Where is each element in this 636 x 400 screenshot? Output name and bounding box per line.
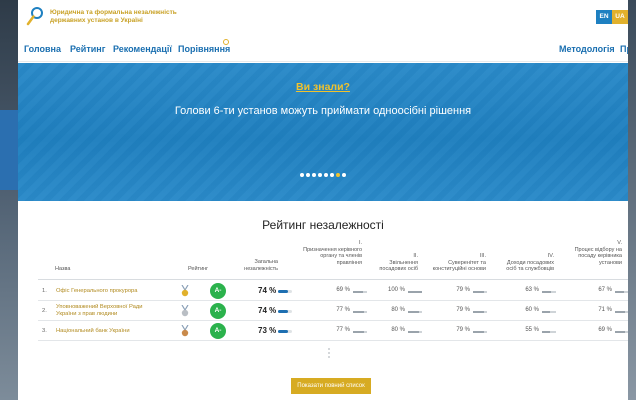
criterion-bar bbox=[542, 291, 556, 293]
grade-badge: A- bbox=[210, 283, 226, 299]
carousel-dot[interactable] bbox=[330, 173, 334, 177]
more-dots-icon bbox=[328, 348, 330, 360]
institution-link[interactable]: Офіс Генерального прокурора bbox=[56, 288, 176, 295]
nav-comparison[interactable]: Порівняння bbox=[178, 44, 230, 54]
criterion-bar bbox=[353, 311, 367, 313]
table-row[interactable]: 1. Офіс Генерального прокурора A- 74 % 69 % 1… bbox=[38, 281, 628, 301]
col-rating-header: Рейтинг bbox=[188, 266, 209, 272]
criterion-score: 69 % bbox=[598, 327, 612, 333]
criterion-score: 55 % bbox=[525, 327, 539, 333]
lang-en-button[interactable]: EN bbox=[596, 10, 612, 24]
table-header-divider bbox=[38, 279, 628, 280]
col-dismissal-header[interactable]: II. Звільнення посадових осіб bbox=[370, 253, 418, 273]
carousel-dot[interactable] bbox=[300, 173, 304, 177]
total-score-bar bbox=[278, 290, 292, 293]
site-title[interactable]: Юридична та формальна незалежність держа… bbox=[50, 9, 250, 25]
did-you-know-banner: Ви знали? Голови 6-ти установ можуть при… bbox=[18, 63, 628, 201]
row-rank: 1. bbox=[42, 288, 47, 294]
total-score: 73 % bbox=[258, 326, 277, 335]
carousel-dot[interactable] bbox=[318, 173, 322, 177]
web-page: Юридична та формальна незалежність держа… bbox=[18, 0, 628, 400]
carousel-dot[interactable] bbox=[336, 173, 340, 177]
col-total-header[interactable]: Загальна незалежність bbox=[224, 259, 278, 272]
grade-badge: A- bbox=[210, 303, 226, 319]
magnifier-logo-icon[interactable] bbox=[26, 6, 44, 28]
criterion-bar bbox=[542, 311, 556, 313]
criterion-bar bbox=[615, 291, 628, 293]
desktop-left-edge bbox=[0, 0, 18, 400]
nav-methodology[interactable]: Методологія bbox=[559, 44, 615, 54]
row-rank: 2. bbox=[42, 308, 47, 314]
medal-silver-icon bbox=[181, 305, 189, 317]
criterion-bar bbox=[353, 291, 367, 293]
criterion-score: 71 % bbox=[598, 307, 612, 313]
grade-badge: A- bbox=[210, 323, 226, 339]
criterion-score: 79 % bbox=[456, 287, 470, 293]
total-score-bar bbox=[278, 330, 292, 333]
col-name-header: Назва bbox=[55, 266, 71, 272]
criterion-bar bbox=[353, 331, 367, 333]
institution-link[interactable]: Національний банк України bbox=[56, 328, 176, 335]
show-full-list-button[interactable]: Показати повний список bbox=[291, 378, 371, 394]
criterion-bar bbox=[615, 311, 628, 313]
criterion-bar bbox=[408, 331, 422, 333]
total-score: 74 % bbox=[258, 286, 277, 295]
nav-about[interactable]: Про bbox=[620, 44, 628, 54]
col-appointment-header[interactable]: I. Призначення керівного органу та членів п… bbox=[290, 240, 362, 266]
nav-home[interactable]: Головна bbox=[24, 44, 61, 54]
criterion-score: 79 % bbox=[456, 327, 470, 333]
criterion-score: 80 % bbox=[391, 307, 405, 313]
criterion-score: 77 % bbox=[336, 327, 350, 333]
criterion-score: 60 % bbox=[525, 307, 539, 313]
desktop-right-edge bbox=[628, 0, 636, 400]
medal-gold-icon bbox=[181, 285, 189, 297]
criterion-bar bbox=[408, 311, 422, 313]
criterion-bar bbox=[473, 311, 487, 313]
carousel-dots bbox=[18, 173, 628, 179]
row-rank: 3. bbox=[42, 328, 47, 334]
criterion-score: 67 % bbox=[598, 287, 612, 293]
col-selection-header[interactable]: V. Процес відбору на посаду керівника устан… bbox=[558, 240, 622, 266]
table-row[interactable]: 2. Уповноважений Верховної Ради України з … bbox=[38, 301, 628, 321]
criterion-bar bbox=[473, 331, 487, 333]
rating-title: Рейтинг незалежності bbox=[262, 218, 384, 232]
criterion-bar bbox=[615, 331, 628, 333]
carousel-dot[interactable] bbox=[312, 173, 316, 177]
carousel-dot[interactable] bbox=[342, 173, 346, 177]
comparison-badge-icon bbox=[223, 39, 229, 45]
medal-bronze-icon bbox=[181, 325, 189, 337]
criterion-bar bbox=[408, 291, 422, 293]
carousel-dot[interactable] bbox=[324, 173, 328, 177]
col-sovereignty-header[interactable]: III. Суверенітет та конституційні основи bbox=[422, 253, 486, 273]
table-row[interactable]: 3. Національний банк України A- 73 % 77 % 80 … bbox=[38, 321, 628, 341]
institution-link[interactable]: Уповноважений Верховної Ради України з пр… bbox=[56, 304, 176, 318]
criterion-score: 80 % bbox=[391, 327, 405, 333]
criterion-score: 69 % bbox=[336, 287, 350, 293]
col-income-header[interactable]: IV. Доходи посадових осіб та службовців bbox=[494, 253, 554, 273]
criterion-score: 77 % bbox=[336, 307, 350, 313]
nav-rating[interactable]: Рейтинг bbox=[70, 44, 105, 54]
criterion-score: 79 % bbox=[456, 307, 470, 313]
criterion-score: 63 % bbox=[525, 287, 539, 293]
carousel-dot[interactable] bbox=[306, 173, 310, 177]
criterion-score: 100 % bbox=[387, 287, 405, 293]
nav-recommendations[interactable]: Рекомендації bbox=[113, 44, 172, 54]
criterion-bar bbox=[542, 331, 556, 333]
total-score-bar bbox=[278, 310, 292, 313]
total-score: 74 % bbox=[258, 306, 277, 315]
site-header: Юридична та формальна незалежність держа… bbox=[18, 0, 628, 36]
hero-kicker-link[interactable]: Ви знали? bbox=[18, 81, 628, 93]
lang-ua-button[interactable]: UA bbox=[612, 10, 628, 24]
criterion-bar bbox=[473, 291, 487, 293]
main-nav: Головна Рейтинг Рекомендації Порівняння … bbox=[18, 36, 628, 62]
hero-fact-text: Голови 6-ти установ можуть приймати одно… bbox=[174, 105, 472, 117]
